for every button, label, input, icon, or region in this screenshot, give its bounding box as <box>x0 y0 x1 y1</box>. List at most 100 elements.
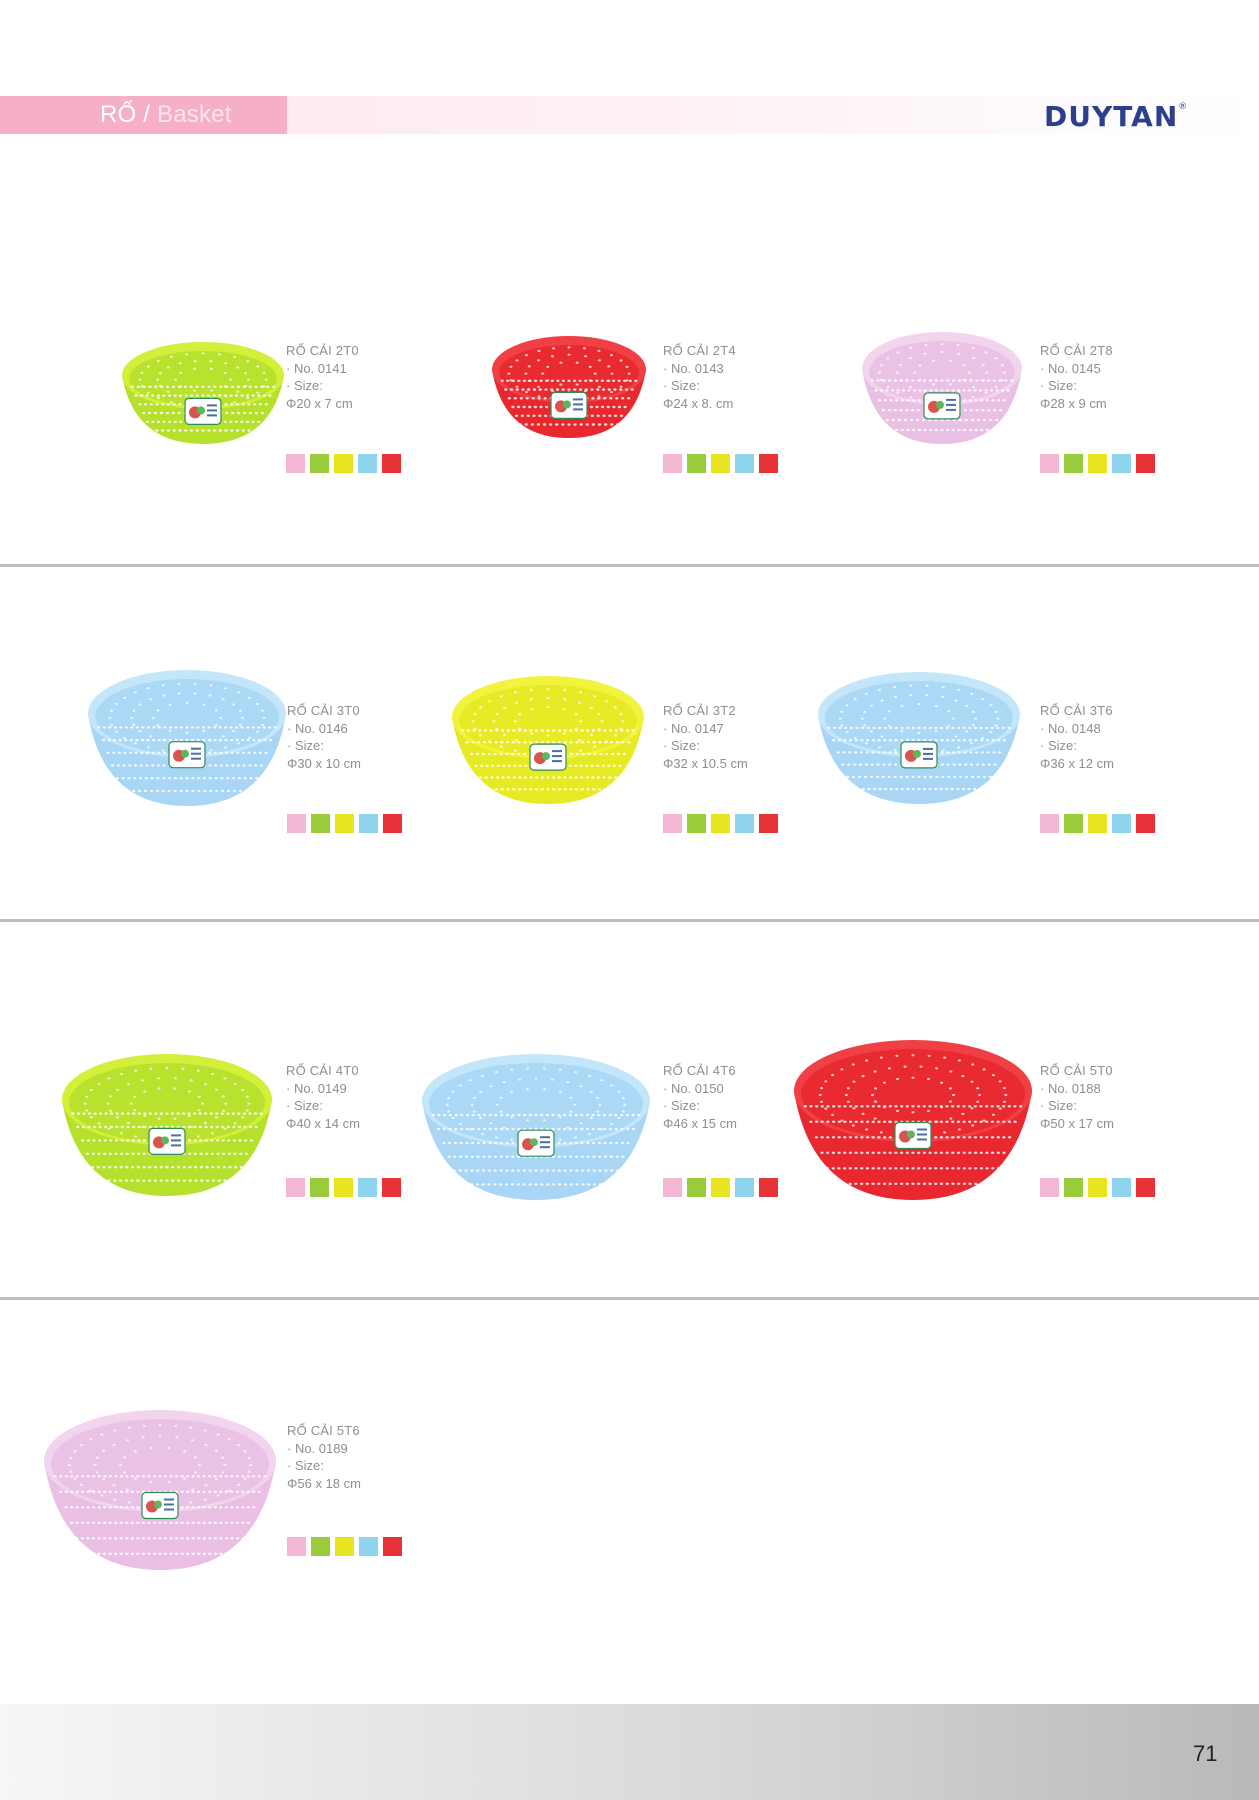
color-swatch-pink <box>1040 814 1059 833</box>
product-label-sticker <box>923 392 961 420</box>
color-swatch-pink <box>287 1537 306 1556</box>
product-size-label: · Size: <box>286 378 323 393</box>
product-number: · No. 0147 <box>663 720 724 736</box>
color-swatch-pink <box>663 1178 682 1197</box>
product-size: Φ32 x 10.5 cm <box>663 755 748 771</box>
product-label-sticker <box>900 741 938 769</box>
color-swatch-green <box>310 1178 329 1197</box>
color-swatch-yellow <box>1088 454 1107 473</box>
color-swatch-pink <box>286 1178 305 1197</box>
color-swatch-green <box>311 814 330 833</box>
product-number: · No. 0143 <box>663 360 724 376</box>
product-info: RỔ CẢI 3T2 · No. 0147 · Size: Φ32 x 10.5 c… <box>663 702 748 772</box>
product-info: RỔ CẢI 2T8 · No. 0145 · Size: Φ28 x 9 cm <box>1040 342 1113 412</box>
product-label-sticker <box>148 1127 186 1156</box>
color-swatch-red <box>382 454 401 473</box>
product-size-label: · Size: <box>286 1098 323 1113</box>
product-name: RỔ CẢI 2T4 <box>663 343 736 358</box>
color-swatch-pink <box>1040 1178 1059 1197</box>
section-title-en: Basket <box>157 101 232 128</box>
color-swatch-green <box>1064 814 1083 833</box>
product-number: · No. 0145 <box>1040 360 1101 376</box>
product-label-sticker <box>141 1491 179 1520</box>
product-info: RỔ CẢI 5T0 · No. 0188 · Size: Φ50 x 17 cm <box>1040 1062 1114 1132</box>
basket-image <box>862 332 1022 444</box>
product-size-label: · Size: <box>663 378 700 393</box>
product-name: RỔ CẢI 5T0 <box>1040 1063 1113 1078</box>
color-swatch-blue <box>735 454 754 473</box>
row-divider <box>0 1297 1259 1300</box>
color-swatches <box>663 814 778 833</box>
color-swatch-blue <box>1112 1178 1131 1197</box>
color-swatches <box>286 1178 401 1197</box>
brand-name: DUYTAN <box>1044 100 1179 133</box>
color-swatch-red <box>1136 1178 1155 1197</box>
basket-image <box>818 672 1020 804</box>
product-info: RỔ CẢI 2T4 · No. 0143 · Size: Φ24 x 8. cm <box>663 342 736 412</box>
product-size: Φ40 x 14 cm <box>286 1115 360 1131</box>
color-swatch-pink <box>663 454 682 473</box>
product-name: RỔ CẢI 3T2 <box>663 703 736 718</box>
color-swatch-green <box>1064 454 1083 473</box>
color-swatch-pink <box>287 814 306 833</box>
product-label-sticker <box>184 397 222 426</box>
color-swatch-yellow <box>711 1178 730 1197</box>
color-swatch-yellow <box>1088 1178 1107 1197</box>
product-size: Φ24 x 8. cm <box>663 395 734 411</box>
color-swatch-blue <box>359 814 378 833</box>
color-swatch-red <box>1136 814 1155 833</box>
color-swatch-pink <box>286 454 305 473</box>
color-swatch-green <box>311 1537 330 1556</box>
color-swatches <box>1040 814 1155 833</box>
basket-image <box>44 1410 276 1570</box>
basket-photo <box>448 672 648 815</box>
basket-image <box>794 1040 1032 1200</box>
page-number: 71 <box>1193 1741 1218 1766</box>
product-label-sticker <box>517 1129 555 1157</box>
color-swatch-blue <box>358 1178 377 1197</box>
product-size-label: · Size: <box>287 1458 324 1473</box>
color-swatch-yellow <box>1088 814 1107 833</box>
brand-registered-mark: ® <box>1178 102 1189 112</box>
color-swatches <box>663 1178 778 1197</box>
product-number: · No. 0146 <box>287 720 348 736</box>
product-size: Φ46 x 15 cm <box>663 1115 737 1131</box>
product-name: RỔ CẢI 4T0 <box>286 1063 359 1078</box>
product-number: · No. 0188 <box>1040 1080 1101 1096</box>
basket-image <box>492 336 646 438</box>
basket-photo <box>814 668 1024 815</box>
color-swatch-red <box>759 814 778 833</box>
basket-image <box>62 1054 272 1196</box>
product-info: RỔ CẢI 3T6 · No. 0148 · Size: Φ36 x 12 cm <box>1040 702 1114 772</box>
basket-image <box>88 670 286 806</box>
product-name: RỔ CẢI 3T0 <box>287 703 360 718</box>
color-swatch-green <box>310 454 329 473</box>
basket-photo <box>488 332 650 449</box>
color-swatch-pink <box>663 814 682 833</box>
product-info: RỔ CẢI 5T6 · No. 0189 · Size: Φ56 x 18 cm <box>287 1422 361 1492</box>
basket-photo <box>858 328 1026 455</box>
color-swatch-green <box>687 454 706 473</box>
product-label-sticker <box>550 391 588 420</box>
color-swatch-red <box>382 1178 401 1197</box>
basket-image <box>452 676 644 804</box>
product-number: · No. 0189 <box>287 1440 348 1456</box>
color-swatches <box>286 454 401 473</box>
basket-photo <box>418 1050 654 1211</box>
product-number: · No. 0150 <box>663 1080 724 1096</box>
product-number: · No. 0149 <box>286 1080 347 1096</box>
row-divider <box>0 919 1259 922</box>
product-info: RỔ CẢI 4T6 · No. 0150 · Size: Φ46 x 15 cm <box>663 1062 737 1132</box>
color-swatch-blue <box>735 814 754 833</box>
product-name: RỔ CẢI 4T6 <box>663 1063 736 1078</box>
color-swatch-pink <box>1040 454 1059 473</box>
basket-photo <box>790 1036 1036 1211</box>
product-size: Φ28 x 9 cm <box>1040 395 1107 411</box>
product-name: RỔ CẢI 5T6 <box>287 1423 360 1438</box>
color-swatch-yellow <box>334 1178 353 1197</box>
color-swatch-red <box>1136 454 1155 473</box>
product-name: RỔ CẢI 2T8 <box>1040 343 1113 358</box>
product-size: Φ50 x 17 cm <box>1040 1115 1114 1131</box>
color-swatch-blue <box>735 1178 754 1197</box>
product-size-label: · Size: <box>287 738 324 753</box>
